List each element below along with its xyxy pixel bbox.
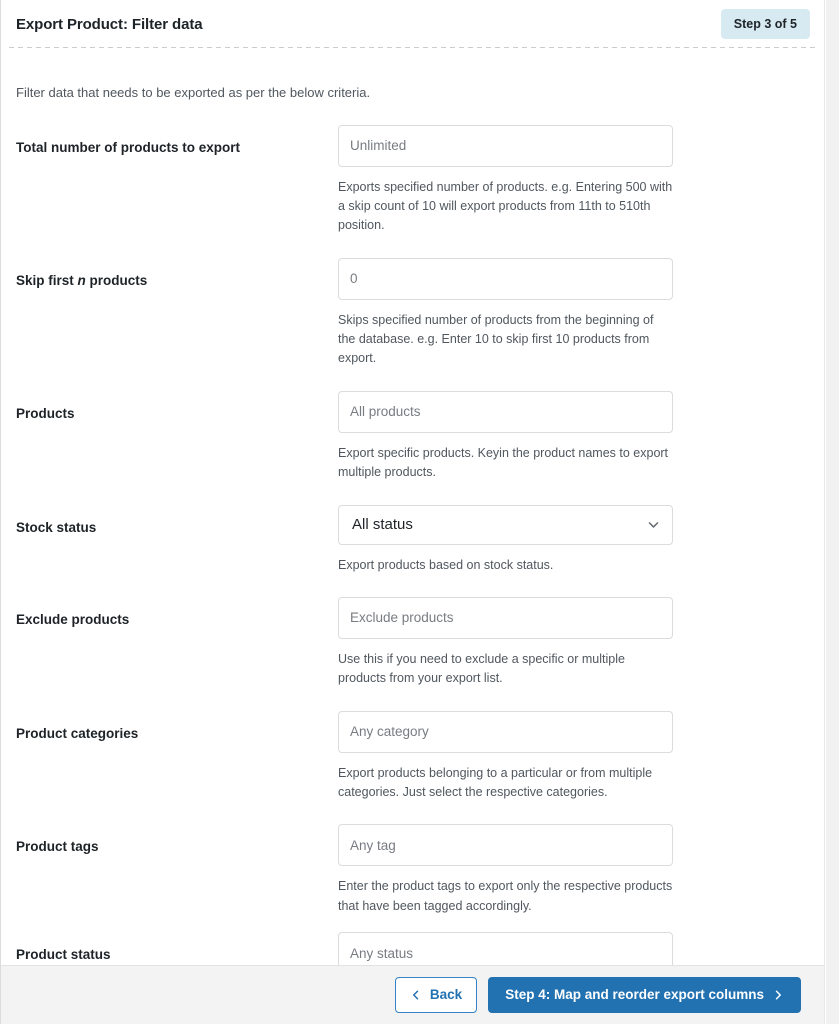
right-gutter [826,0,839,1024]
skip-products-input-value: 0 [350,271,358,287]
chevron-right-icon [775,990,781,1000]
field-product-tags: Product tags Any tag Enter the product t… [16,824,809,916]
field-label-product-categories: Product categories [16,725,139,741]
product-categories-input[interactable]: Any category [338,710,673,753]
field-products: Products All products Export specific pr… [16,390,809,483]
exclude-products-input-value: Exclude products [350,610,454,626]
help-product-tags: Enter the product tags to export only th… [338,879,673,913]
field-label-product-tags: Product tags [16,839,99,855]
help-skip-products: Skips specified number of products from … [338,312,654,366]
stock-status-select[interactable]: All status [338,504,673,545]
skip-label-post: products [85,272,148,288]
next-step-button[interactable]: Step 4: Map and reorder export columns [488,977,801,1013]
field-total-products: Total number of products to export Unlim… [16,124,809,236]
field-skip-products: Skip first n products 0 Skips specified … [16,257,809,369]
skip-label-pre: Skip first [16,272,78,288]
products-input-value: All products [350,404,421,420]
field-label-product-status: Product status [16,947,111,963]
exclude-products-input[interactable]: Exclude products [338,596,673,639]
help-stock-status: Export products based on stock status. [338,557,554,572]
skip-label-emphasis: n [77,272,86,288]
help-products: Export specific products. Keyin the prod… [338,445,669,480]
field-label-skip-products: Skip first n products [16,258,338,290]
help-total-products: Exports specified number of products. e.… [338,179,673,233]
skip-products-input[interactable]: 0 [338,257,673,300]
field-label-stock-status: Stock status [16,519,97,535]
field-label-total-products: Total number of products to export [16,139,240,155]
products-input[interactable]: All products [338,390,673,433]
total-products-input-value: Unlimited [350,138,407,153]
field-product-categories: Product categories Any category Export p… [16,710,809,803]
product-status-input[interactable]: Any status [338,932,673,965]
help-exclude-products: Use this if you need to exclude a specif… [338,651,625,686]
product-tags-input[interactable]: Any tag [338,824,673,867]
field-stock-status: Stock status All status Export products … [16,504,809,575]
product-tags-input-value: Any tag [350,837,396,853]
step-indicator-badge: Step 3 of 5 [720,8,810,40]
product-categories-input-value: Any category [350,724,429,740]
field-label-exclude-products: Exclude products [16,611,130,627]
back-button[interactable]: Back [394,977,478,1013]
total-products-input[interactable]: Unlimited [338,124,673,167]
chevron-left-icon [412,990,419,1000]
product-status-input-value: Any status [350,945,414,961]
stock-status-select-value: All status [352,516,413,533]
field-label-products: Products [16,405,75,421]
field-exclude-products: Exclude products Exclude products Use th… [16,596,809,689]
back-button-label: Back [429,987,463,1003]
field-product-status: Product status Any status Filter product… [16,932,809,965]
chevron-down-icon [648,522,659,528]
page-title: Export Product: Filter data [16,15,203,33]
filter-form: Filter data that needs to be exported as… [1,48,824,965]
wizard-header: Export Product: Filter data Step 3 of 5 [1,0,824,48]
form-intro-text: Filter data that needs to be exported as… [16,85,371,100]
wizard-footer: Back Step 4: Map and reorder export colu… [1,965,824,1024]
export-wizard-panel: Export Product: Filter data Step 3 of 5 … [0,0,825,1024]
next-step-button-label: Step 4: Map and reorder export columns [505,987,764,1003]
help-product-categories: Export products belonging to a particula… [338,765,653,799]
